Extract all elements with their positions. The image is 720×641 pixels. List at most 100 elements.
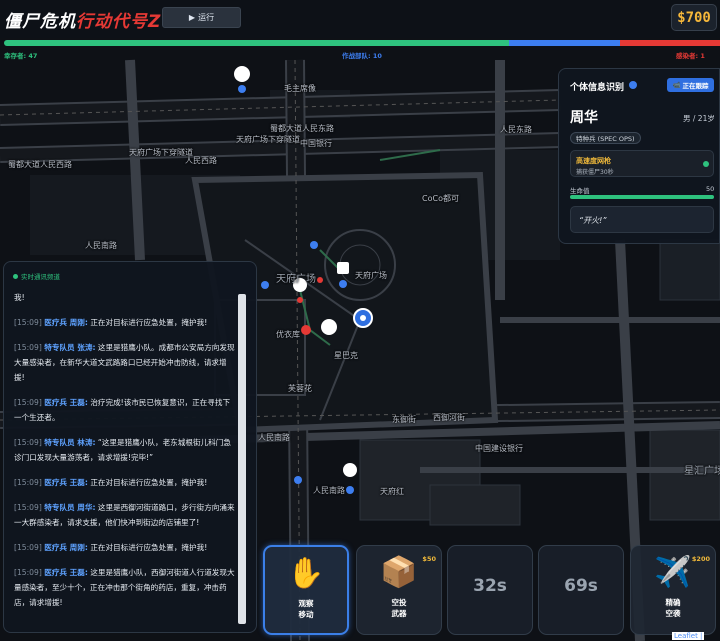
money-display: $700 [671, 4, 717, 31]
comms-message: [15:09] 医疗兵 周刚: 正在对目标进行应急处置，掩护我! [14, 540, 236, 555]
map-label: 蜀都大道人民西路 [8, 160, 72, 169]
message-timestamp: [15:09] [14, 568, 42, 577]
message-sender: 特专队员 张涛: [44, 343, 96, 352]
message-timestamp: [15:09] [14, 318, 42, 327]
message-sender: 医疗兵 周刚: [44, 318, 88, 327]
action-precision-airstrike[interactable]: $200 ✈️ 精确 空袭 [630, 545, 716, 635]
camera-icon: 📹 [672, 81, 681, 89]
run-button-label: 运行 [198, 13, 215, 22]
message-text: 正在对目标进行应急处置，掩护我! [90, 318, 208, 327]
progress-segment-units [508, 40, 620, 46]
map-label: 天府广场 [355, 271, 387, 280]
comms-message: [15:09] 医疗兵 王磊: 治疗完成!该市民已恢复意识，正在寻找下一个生还者… [14, 395, 236, 425]
message-sender: 医疗兵 王磊: [44, 568, 88, 577]
live-dot [13, 273, 18, 279]
action-label: 空投 武器 [391, 598, 407, 618]
cooldown-timer: 69s [564, 576, 598, 596]
map-label: 天府广场下穿隧道 [236, 135, 300, 144]
weapon-ready-dot [703, 161, 709, 167]
unit-class-badge: 特种兵 (SPEC OPS) [570, 132, 641, 144]
play-icon: ▶ [188, 13, 196, 22]
map-label: 西御河街 [433, 413, 465, 422]
action-airdrop-weapon[interactable]: $50 📦 空投 武器 [356, 545, 442, 635]
game-subtitle: 行动代号Z [76, 12, 162, 32]
status-row: 幸存者: 47 作战部队: 10 感染者: 1 [0, 49, 720, 61]
map-label: 人民南路 [313, 486, 345, 495]
message-sender: 医疗兵 王磊: [44, 398, 88, 407]
top-bar: 僵尸危机 行动代号Z ▶ 运行 $700 [0, 0, 720, 38]
tracking-button[interactable]: 📹 正在跟踪 [667, 78, 714, 92]
weapon-name: 高速度网枪 [576, 157, 611, 165]
action-cooldown-slot[interactable]: 69s [538, 545, 624, 635]
game-title: 僵尸危机 [4, 12, 76, 32]
hp-bar [570, 195, 714, 199]
weapon-card: 高速度网枪 捕获僵尸30秒 [570, 150, 714, 177]
progress-segment-infected [619, 40, 720, 46]
message-timestamp: [15:09] [14, 478, 42, 487]
message-text: 正在对目标进行应急处置，掩护我! [90, 478, 208, 487]
map-label: 人民南路 [258, 433, 290, 442]
message-sender: 医疗兵 王磊: [44, 478, 88, 487]
map-label: 中国建设银行 [475, 444, 523, 453]
comms-message: [15:09] 医疗兵 周刚: 正在对目标进行应急处置，掩护我! [14, 315, 236, 330]
comms-scrollbar[interactable] [238, 294, 246, 624]
map-label: 中国银行 [300, 139, 332, 148]
map-label: 人民西路 [185, 156, 217, 165]
message-timestamp: [15:09] [14, 503, 42, 512]
message-text: 我! [14, 293, 25, 302]
map-label: 星汇广场 [684, 466, 720, 477]
map-label: 天府广场下穿隧道 [129, 148, 193, 157]
comms-header: 实时通讯频道 [13, 271, 60, 281]
map-label: 芙蓉花 [288, 384, 312, 393]
box-icon: 📦 [380, 555, 418, 590]
message-sender: 医疗兵 周刚: [44, 543, 88, 552]
unit-quote: “开火!” [570, 206, 714, 233]
message-sender: 特专队员 周华: [44, 503, 96, 512]
hp-value: 50 [706, 185, 715, 193]
survivors-count: 幸存者: 47 [4, 52, 38, 60]
comms-message-list[interactable]: 我! [15:09] 医疗兵 周刚: 正在对目标进行应急处置，掩护我! [15:09… [14, 290, 236, 628]
message-sender: 特专队员 林涛: [44, 438, 96, 447]
map-label: 星巴克 [334, 351, 358, 360]
map-label: 天府广场 [276, 274, 316, 285]
run-button[interactable]: ▶ 运行 [162, 7, 241, 28]
weapon-stat: 捕获僵尸30秒 [576, 169, 614, 176]
action-observe-move[interactable]: ✋ 观察 移动 [263, 545, 349, 635]
hp-bar-fill [570, 195, 714, 199]
map-label: 蜀都大道人民东路 [270, 124, 334, 133]
progress-segment-survivors [4, 40, 509, 46]
map-attribution[interactable]: Leaflet | [672, 632, 705, 640]
map-label: 优衣库 [276, 330, 300, 339]
comms-message: [15:09] 医疗兵 王磊: 正在对目标进行应急处置，掩护我! [14, 475, 236, 490]
unit-info-panel: 个体信息识别 📹 正在跟踪 周华 男 / 21岁 特种兵 (SPEC OPS) … [558, 68, 720, 244]
map-label: 毛主席像 [284, 84, 316, 93]
cooldown-timer: 32s [473, 576, 507, 596]
comms-message: [15:09] 医疗兵 王磊: 这里是猎鹰小队，西御河街道人行道发现大量感染者，… [14, 565, 236, 610]
game-root: { "header": { "title_main": "僵尸危机", "tit… [0, 0, 720, 641]
hand-icon: ✋ [287, 556, 325, 591]
action-cooldown-slot[interactable]: 32s [447, 545, 533, 635]
airplane-icon: ✈️ [654, 555, 692, 590]
map-label: 人民南路 [85, 241, 117, 250]
map-label: CoCo都可 [422, 194, 459, 203]
message-timestamp: [15:09] [14, 343, 42, 352]
action-label: 观察 移动 [298, 599, 314, 619]
comms-panel: 实时通讯频道 我! [15:09] 医疗兵 周刚: 正在对目标进行应急处置，掩护我… [3, 261, 257, 633]
message-timestamp: [15:09] [14, 543, 42, 552]
comms-message: 我! [14, 290, 236, 305]
map-label: 人民东路 [500, 125, 532, 134]
hp-label: 生命值 [570, 187, 590, 195]
infected-count: 感染者: 1 [676, 52, 705, 60]
message-timestamp: [15:09] [14, 438, 42, 447]
tracking-label: 正在跟踪 [682, 82, 709, 90]
message-text: 正在对目标进行应急处置，掩护我! [90, 543, 208, 552]
info-panel-title: 个体信息识别 [570, 83, 625, 93]
map-label: 东御街 [392, 415, 416, 424]
units-count: 作战部队: 10 [342, 52, 382, 60]
map-label: 天府红 [380, 487, 404, 496]
comms-title: 实时通讯频道 [21, 273, 60, 281]
message-timestamp: [15:09] [14, 398, 42, 407]
unit-name: 周华 [570, 110, 598, 126]
status-dot [629, 81, 637, 89]
comms-message: [15:09] 特专队员 张涛: 这里是猎鹰小队。成都市公安局方向发现大量感染者… [14, 340, 236, 385]
